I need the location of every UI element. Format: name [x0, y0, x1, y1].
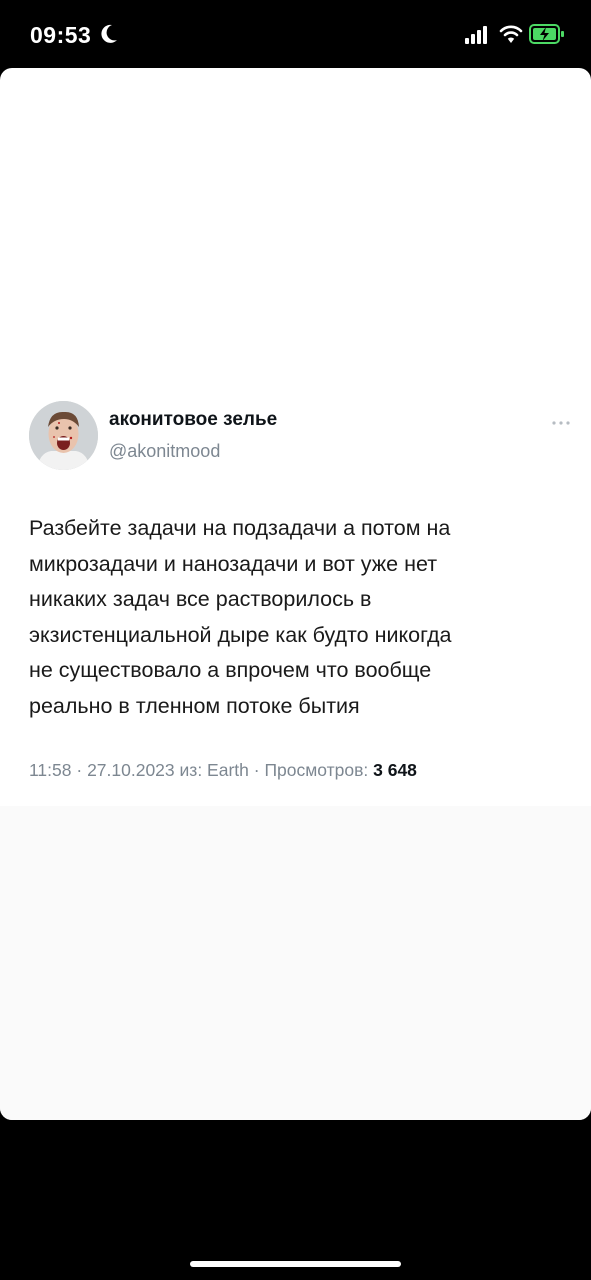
tweet-date[interactable]: 27.10.2023 — [87, 760, 175, 780]
views-label: Просмотров: — [264, 760, 374, 780]
avatar[interactable] — [29, 401, 98, 470]
wifi-icon — [499, 25, 523, 43]
avatar-image — [29, 401, 98, 470]
tweet-card: аконитовое зелье @akonitmood Разбейте за… — [0, 383, 591, 803]
status-bar: 09:53 — [0, 0, 591, 68]
status-time: 09:53 — [30, 22, 92, 48]
more-options-icon[interactable] — [551, 420, 571, 426]
views-count: 3 648 — [373, 760, 417, 780]
meta-separator: · — [71, 760, 88, 780]
display-name[interactable]: аконитовое зелье — [109, 409, 277, 431]
tweet-text: Разбейте задачи на подзадачи а потом на … — [29, 516, 452, 718]
tweet-source: из: Earth — [174, 760, 249, 780]
signal-icon — [465, 26, 487, 44]
meta-separator-2: · — [248, 760, 265, 780]
user-handle[interactable]: @akonitmood — [109, 441, 220, 462]
tweet-time[interactable]: 11:58 — [29, 760, 72, 780]
tweet-meta: 11:58 · 27.10.2023 из: Earth · Просмотро… — [29, 760, 417, 781]
moon-icon — [101, 24, 117, 43]
empty-area — [0, 806, 591, 1120]
home-indicator[interactable] — [190, 1261, 401, 1267]
content-sheet: аконитовое зелье @akonitmood Разбейте за… — [0, 68, 591, 1120]
battery-charging-icon — [529, 24, 564, 44]
